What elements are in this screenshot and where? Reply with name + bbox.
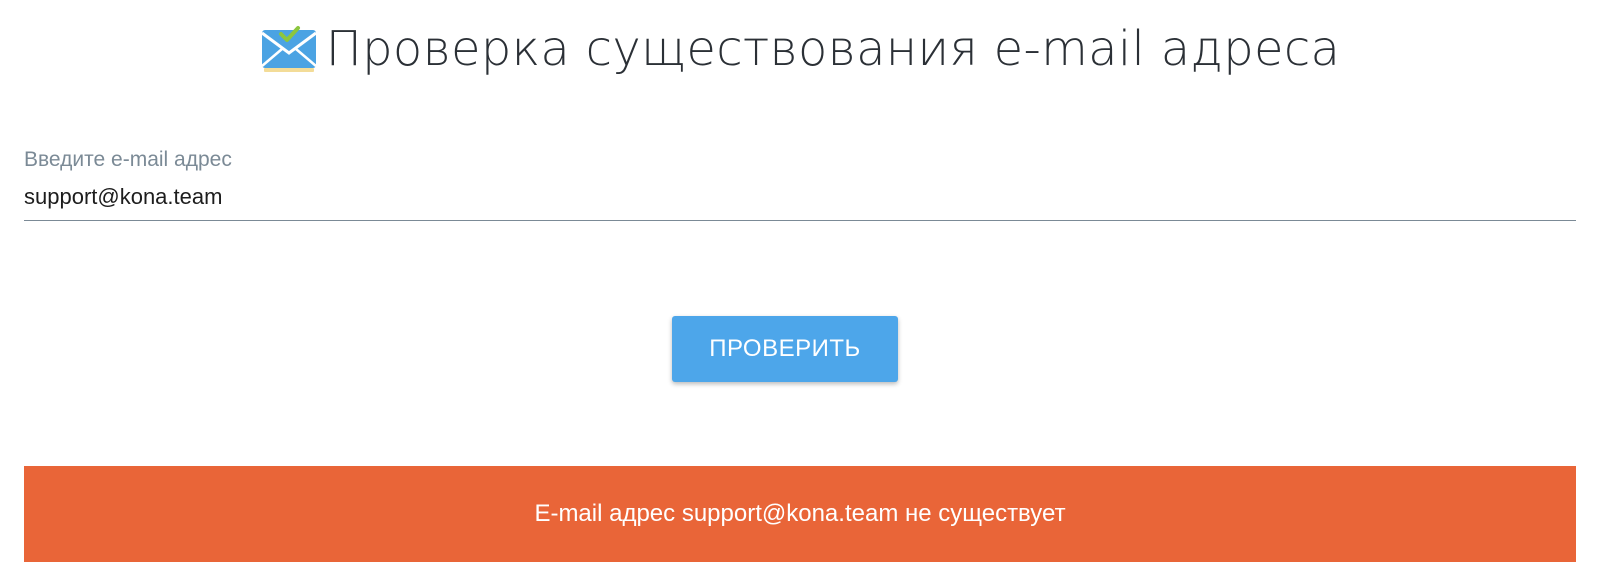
email-input[interactable]: [24, 184, 1576, 221]
check-button[interactable]: ПРОВЕРИТЬ: [672, 316, 898, 382]
result-banner: E-mail адрес support@kona.team не сущест…: [24, 466, 1576, 562]
header-inner: Проверка существования e-mail адреса: [260, 21, 1341, 77]
envelope-check-icon: [260, 26, 317, 72]
result-message: E-mail адрес support@kona.team не сущест…: [534, 500, 1066, 527]
email-field: Введите e-mail адрес: [24, 148, 1576, 221]
header: Проверка существования e-mail адреса: [0, 14, 1600, 84]
page: Проверка существования e-mail адреса Вве…: [0, 0, 1600, 585]
page-title: Проверка существования e-mail адреса: [325, 21, 1341, 77]
email-field-label: Введите e-mail адрес: [24, 148, 232, 171]
